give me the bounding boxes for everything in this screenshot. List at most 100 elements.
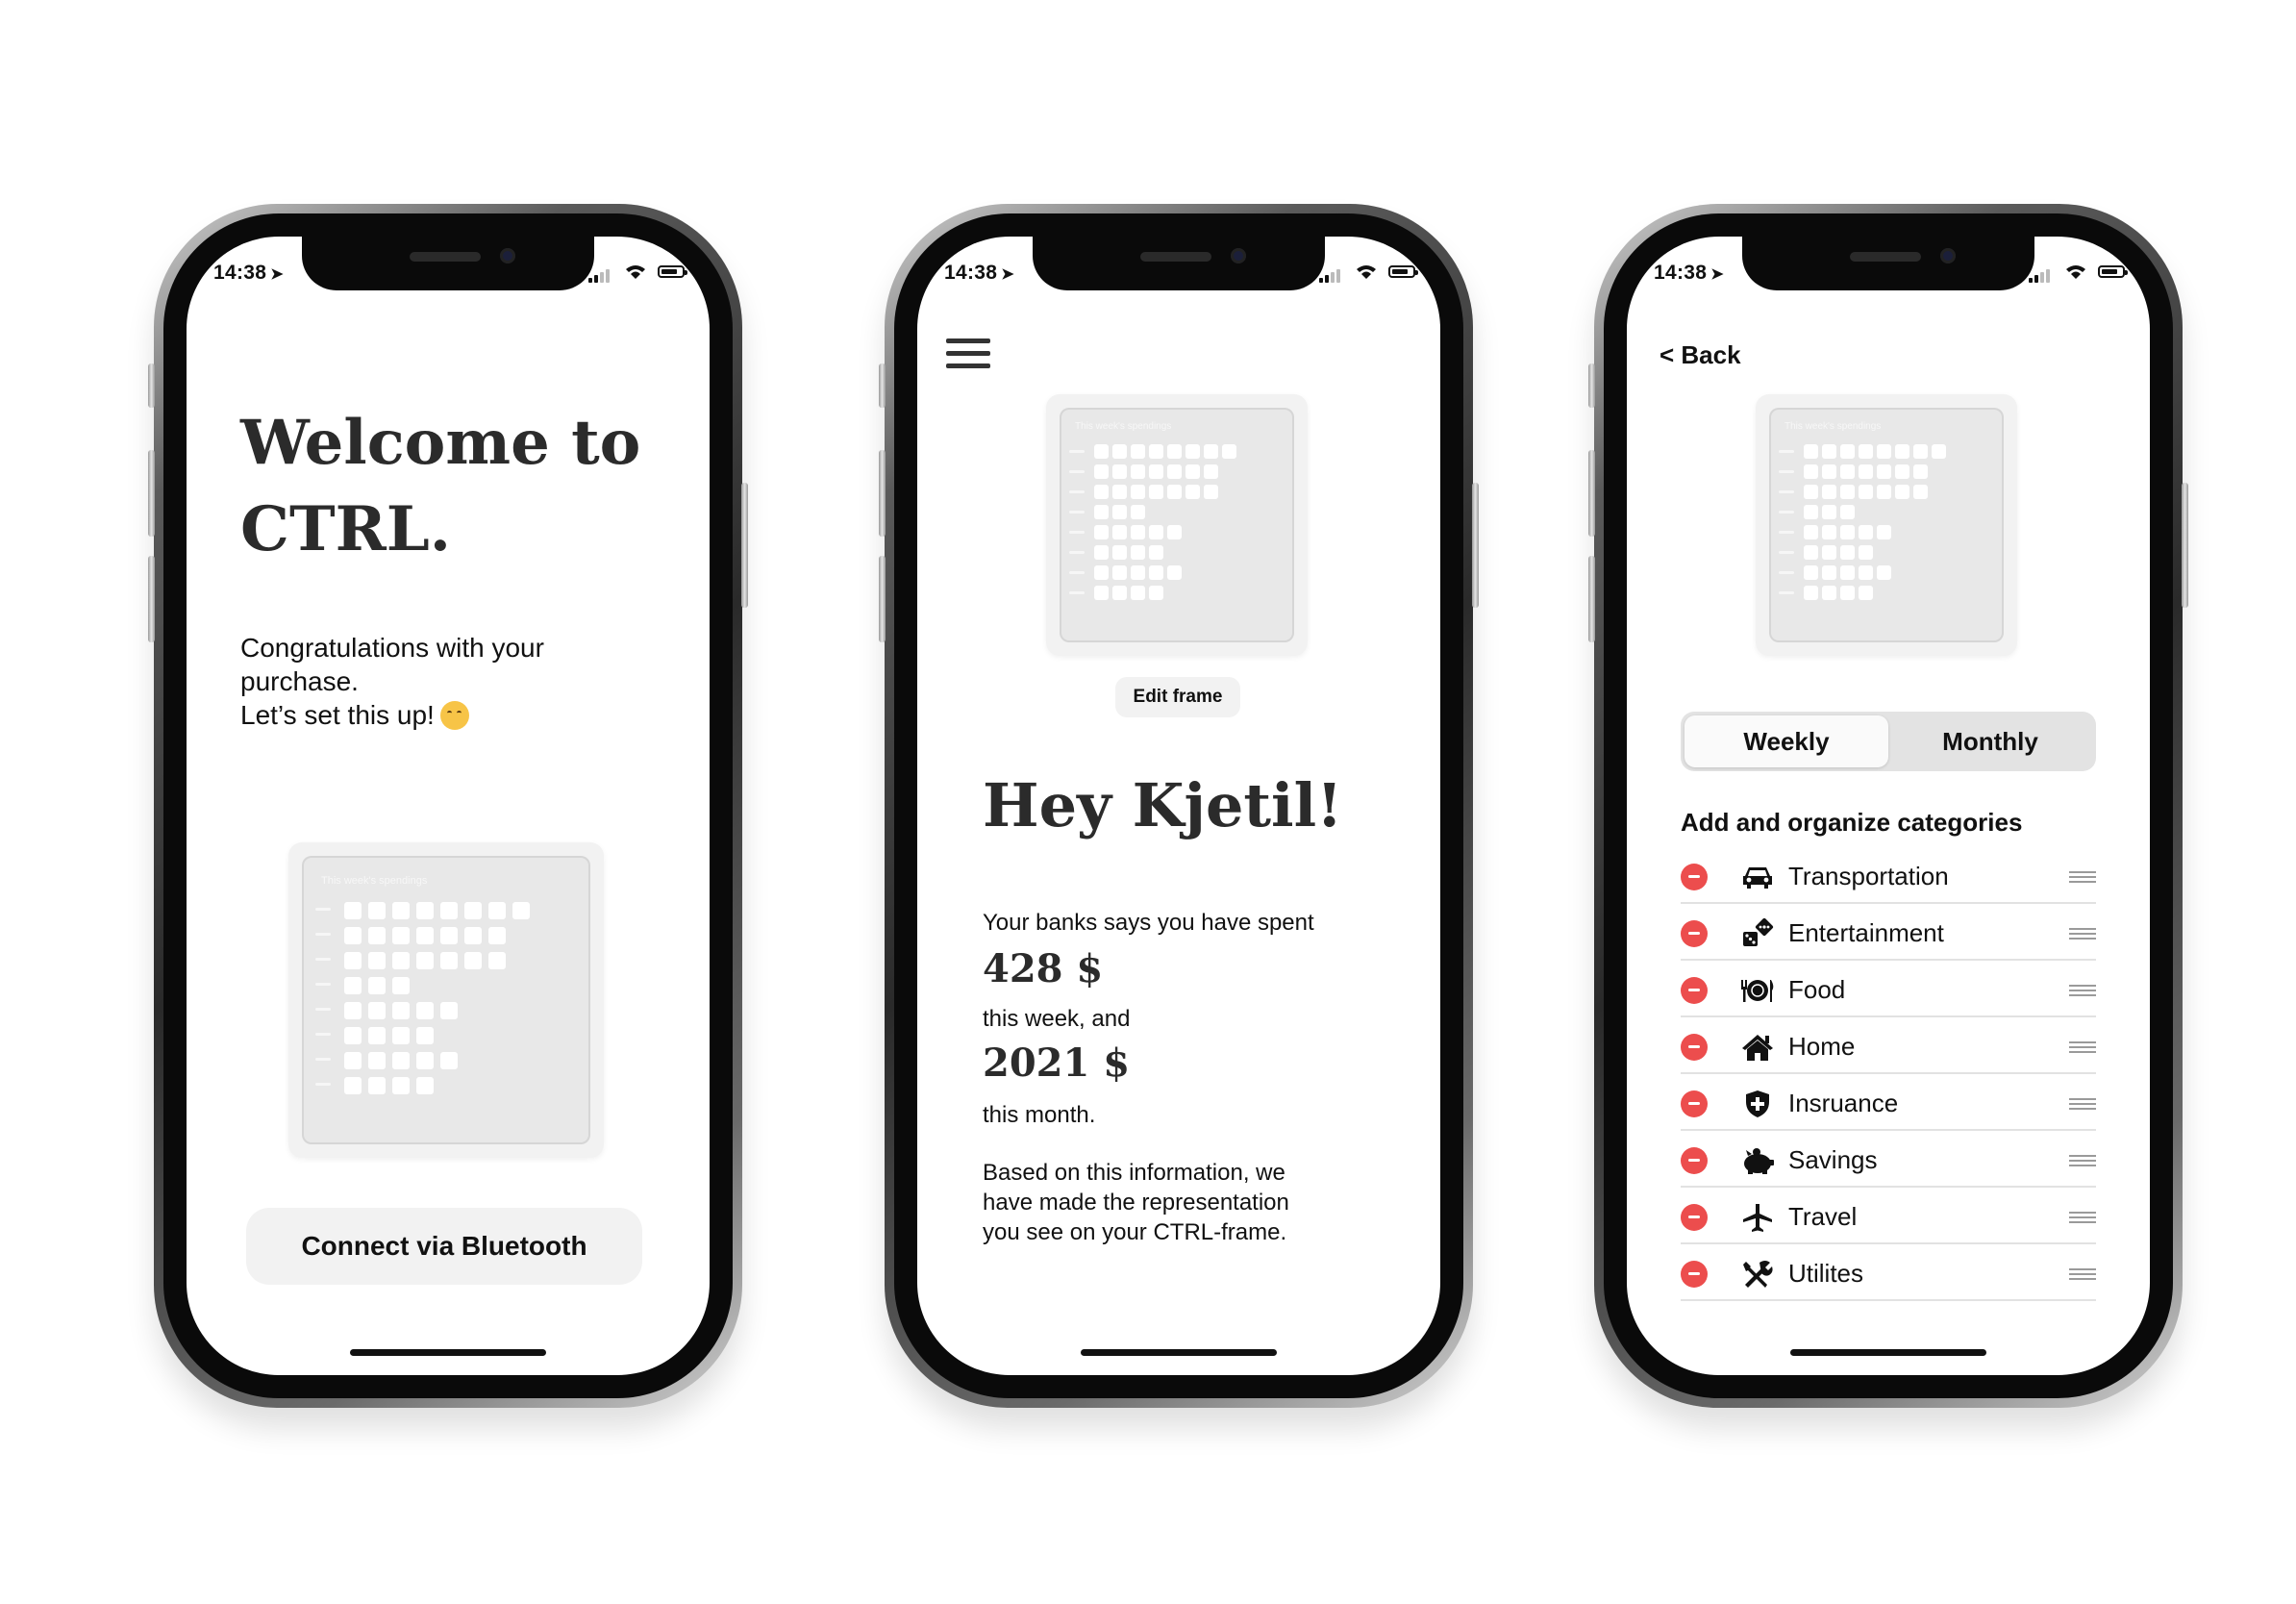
remove-icon[interactable] (1681, 977, 1708, 1004)
frame-cell (1804, 444, 1818, 459)
category-row[interactable]: Insruance (1681, 1075, 2096, 1131)
ctrl-frame-preview: This week's spendings (1756, 394, 2017, 656)
edit-frame-button[interactable]: Edit frame (1115, 677, 1240, 717)
category-row[interactable]: Home (1681, 1018, 2096, 1074)
category-row[interactable]: Transportation (1681, 848, 2096, 904)
frame-cell (1185, 485, 1200, 499)
frame-row-label (315, 908, 331, 911)
frame-cell (1131, 586, 1145, 600)
drag-handle-icon[interactable] (2069, 1212, 2096, 1223)
frame-row-label (315, 983, 331, 986)
frame-cell (1149, 444, 1163, 459)
frame-cell (1131, 505, 1145, 519)
remove-icon[interactable] (1681, 1034, 1708, 1061)
drag-handle-icon[interactable] (2069, 1155, 2096, 1166)
frame-cell (344, 1002, 362, 1019)
back-button[interactable]: < Back (1660, 340, 1741, 370)
drag-handle-icon[interactable] (2069, 1041, 2096, 1053)
frame-cell (1804, 586, 1818, 600)
home-indicator[interactable] (1081, 1349, 1277, 1356)
battery-icon (658, 265, 687, 278)
frame-row-label (315, 1008, 331, 1011)
frame-cell (1822, 586, 1836, 600)
category-label: Home (1788, 1032, 1856, 1061)
drag-handle-icon[interactable] (2069, 928, 2096, 940)
status-time: 14:38 ➤ (213, 262, 284, 284)
category-row[interactable]: Savings (1681, 1132, 2096, 1188)
frame-cell (1112, 565, 1127, 580)
remove-icon[interactable] (1681, 920, 1708, 947)
drag-handle-icon[interactable] (2069, 1098, 2096, 1110)
battery-icon (1388, 265, 1418, 278)
connect-bluetooth-button[interactable]: Connect via Bluetooth (246, 1208, 642, 1285)
remove-icon[interactable] (1681, 1261, 1708, 1288)
frame-cell (1149, 545, 1163, 560)
frame-cell (1204, 464, 1218, 479)
amount-week: 428 $ (983, 946, 1104, 991)
frame-cell (1131, 444, 1145, 459)
week-label: this week, and (983, 1006, 1131, 1032)
drag-handle-icon[interactable] (2069, 1268, 2096, 1280)
frame-cell (1094, 525, 1109, 539)
status-time: 14:38 ➤ (944, 262, 1014, 284)
frame-row-label (1069, 450, 1085, 453)
segment-monthly[interactable]: Monthly (1888, 715, 2092, 767)
frame-cell (1859, 545, 1873, 560)
frame-cell (1112, 505, 1127, 519)
remove-icon[interactable] (1681, 1147, 1708, 1174)
dice-icon (1740, 917, 1775, 950)
frame-cell (1804, 485, 1818, 499)
side-button (148, 363, 155, 408)
month-label: this month. (983, 1102, 1096, 1128)
home-indicator[interactable] (1790, 1349, 1986, 1356)
frame-cell (1167, 444, 1182, 459)
volume-up-button (1588, 450, 1595, 537)
frame-cell (416, 1077, 434, 1094)
remove-icon[interactable] (1681, 1090, 1708, 1117)
frame-row-label (315, 1058, 331, 1061)
frame-row-label (1069, 571, 1085, 574)
frame-row-label (1069, 531, 1085, 534)
frame-cell (1840, 565, 1855, 580)
frame-row-label (315, 933, 331, 936)
hamburger-menu-icon[interactable] (946, 338, 990, 371)
amount-month: 2021 $ (983, 1040, 1131, 1086)
category-row[interactable]: Utilites (1681, 1245, 2096, 1301)
frame-row-label (1779, 571, 1794, 574)
volume-up-button (879, 450, 886, 537)
frame-row-label (315, 1033, 331, 1036)
frame-cell (1149, 586, 1163, 600)
remove-icon[interactable] (1681, 864, 1708, 890)
category-row[interactable]: Entertainment (1681, 905, 2096, 961)
power-button (741, 483, 748, 608)
frame-cell (392, 1027, 410, 1044)
frame-cell (1877, 464, 1891, 479)
frame-cell (1859, 464, 1873, 479)
frame-cell (1913, 485, 1928, 499)
drag-handle-icon[interactable] (2069, 985, 2096, 996)
ctrl-frame-preview: This week's spendings (1046, 394, 1308, 656)
frame-cell (1094, 565, 1109, 580)
remove-icon[interactable] (1681, 1204, 1708, 1231)
frame-cell (1859, 565, 1873, 580)
category-row[interactable]: Travel (1681, 1189, 2096, 1244)
frame-cell (1822, 505, 1836, 519)
status-icons (588, 263, 687, 283)
frame-cell (440, 902, 458, 919)
frame-cell (1167, 485, 1182, 499)
frame-cell (1804, 505, 1818, 519)
drag-handle-icon[interactable] (2069, 871, 2096, 883)
phone-categories: 14:38 ➤ < Back This week's spendings Week… (1588, 204, 2188, 1408)
segment-weekly[interactable]: Weekly (1685, 715, 1888, 767)
screen-categories: 14:38 ➤ < Back This week's spendings Week… (1627, 237, 2150, 1375)
category-label: Travel (1788, 1202, 1858, 1231)
airplane-icon (1740, 1201, 1775, 1234)
frame-cell (1822, 545, 1836, 560)
category-row[interactable]: Food (1681, 962, 2096, 1017)
frame-cell (1094, 505, 1109, 519)
frame-cell (392, 902, 410, 919)
home-indicator[interactable] (350, 1349, 546, 1356)
frame-cell (368, 927, 386, 944)
frame-cell (1149, 565, 1163, 580)
frame-cell (1094, 444, 1109, 459)
